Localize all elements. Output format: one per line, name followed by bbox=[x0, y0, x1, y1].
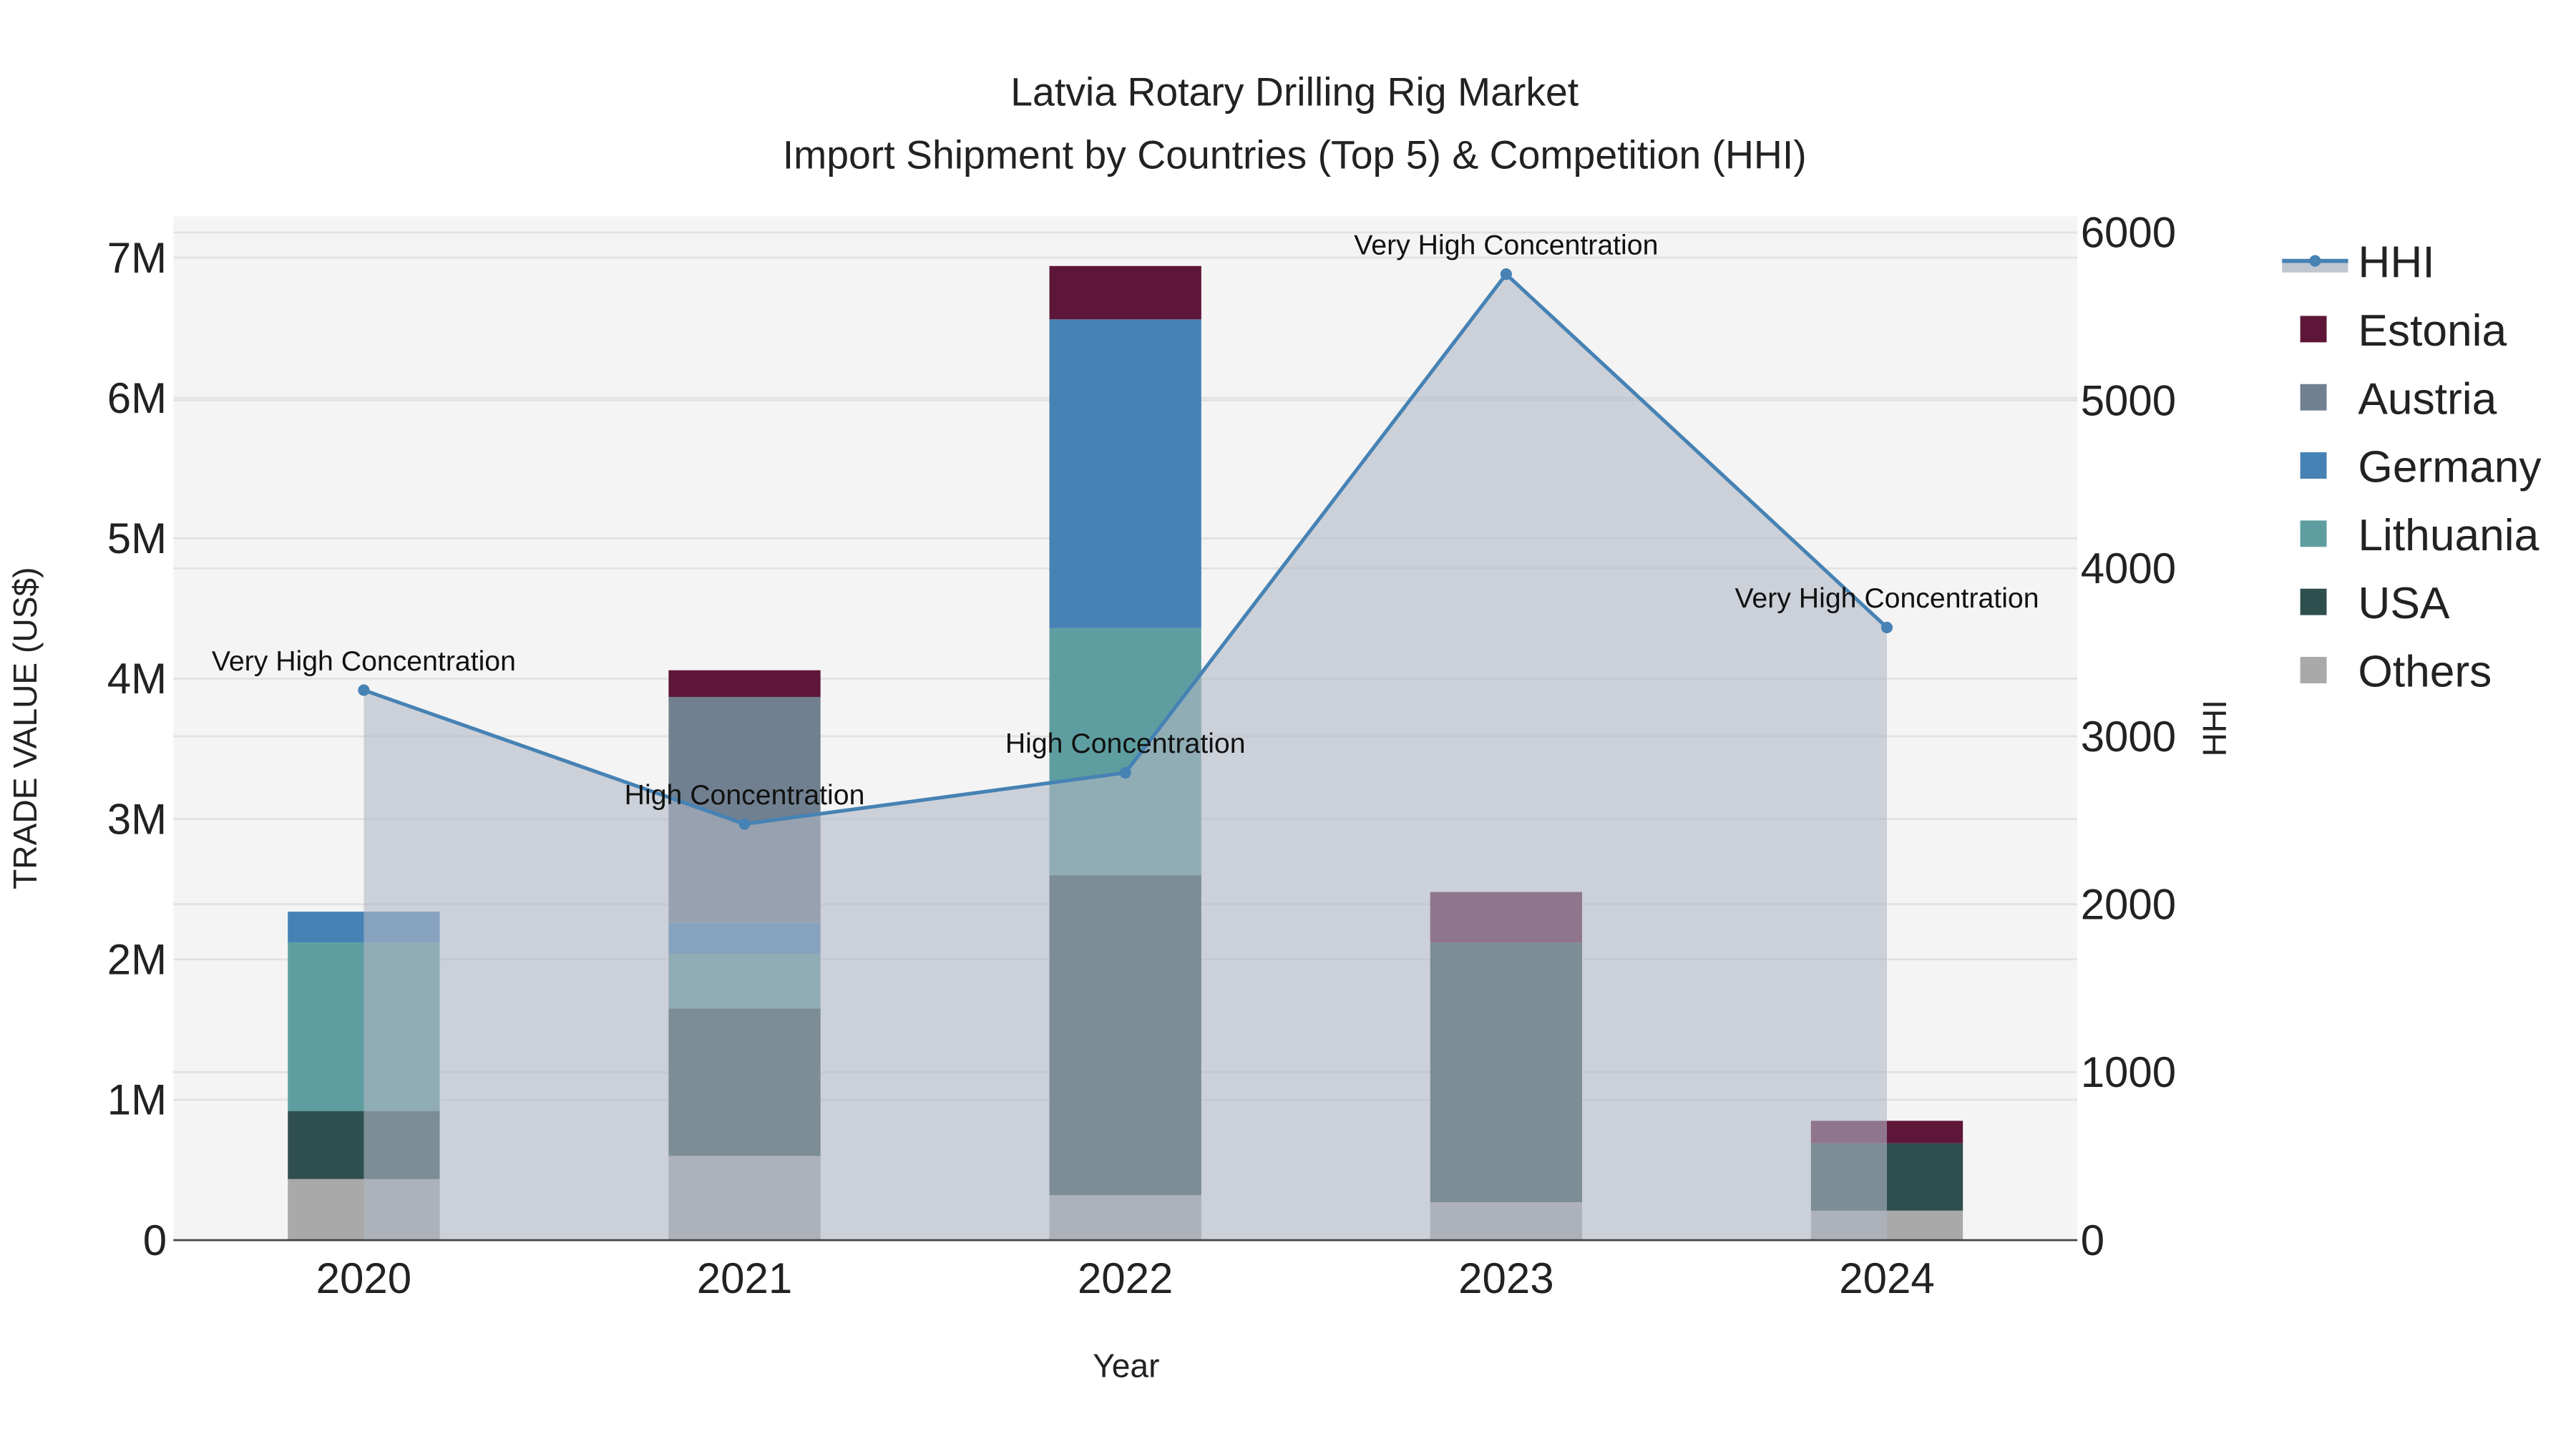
hhi-annotation: Very High Concentration bbox=[1354, 229, 1658, 260]
legend-label-hhi: HHI bbox=[2358, 238, 2434, 288]
y-tick-label: 1M bbox=[107, 1076, 167, 1124]
legend-label-others: Others bbox=[2358, 648, 2492, 697]
y-tick-label: 7M bbox=[107, 234, 167, 282]
legend-swatch-austria bbox=[2300, 384, 2327, 411]
hhi-annotation: Very High Concentration bbox=[1735, 582, 2039, 614]
y2-tick-label: 1000 bbox=[2081, 1048, 2176, 1096]
chart: Very High Concentration High Concentratio… bbox=[0, 0, 2576, 1449]
bar-estonia-2022 bbox=[1049, 265, 1201, 320]
x-tick-label: 2023 bbox=[1458, 1254, 1553, 1302]
hhi-marker-2022 bbox=[1119, 766, 1131, 779]
bar-germany-2022 bbox=[1049, 319, 1201, 628]
hhi-annotation: High Concentration bbox=[1005, 728, 1246, 759]
legend-swatch-usa bbox=[2300, 588, 2327, 615]
hhi-marker-2021 bbox=[738, 818, 751, 830]
y-tick-label: 2M bbox=[107, 936, 167, 984]
legend-label-lithuania: Lithuania bbox=[2358, 511, 2539, 560]
y2-tick-label: 3000 bbox=[2081, 713, 2176, 761]
legend-label-austria: Austria bbox=[2358, 374, 2497, 424]
x-tick-label: 2020 bbox=[316, 1254, 411, 1302]
x-tick-label: 2022 bbox=[1078, 1254, 1173, 1302]
x-tick-label: 2024 bbox=[1839, 1254, 1934, 1302]
y2-tick-label: 5000 bbox=[2081, 376, 2176, 424]
x-axis-title: Year bbox=[1093, 1347, 1159, 1385]
y2-tick-label: 0 bbox=[2081, 1216, 2104, 1264]
y-tick-label: 6M bbox=[107, 374, 167, 422]
bar-estonia-2021 bbox=[668, 670, 821, 697]
hhi-annotation: High Concentration bbox=[625, 779, 865, 811]
chart-title: Latvia Rotary Drilling Rig Market bbox=[1010, 70, 1579, 114]
legend-label-estonia: Estonia bbox=[2358, 306, 2507, 356]
hhi-annotation: Very High Concentration bbox=[212, 645, 516, 677]
legend-swatch-lithuania bbox=[2300, 520, 2327, 547]
chart-subtitle: Import Shipment by Countries (Top 5) & C… bbox=[783, 132, 1807, 177]
legend-swatch-estonia bbox=[2300, 316, 2327, 343]
y-tick-label: 5M bbox=[107, 514, 167, 562]
y-tick-label: 4M bbox=[107, 655, 167, 703]
hhi-marker-2020 bbox=[358, 684, 370, 696]
y-axis-title: TRADE VALUE (US$) bbox=[6, 567, 44, 889]
y2-tick-label: 6000 bbox=[2081, 209, 2176, 257]
legend-label-usa: USA bbox=[2358, 579, 2450, 628]
legend-swatch-others bbox=[2300, 657, 2327, 683]
y2-axis-title: HHI bbox=[2196, 700, 2233, 756]
hhi-marker-2023 bbox=[1500, 268, 1512, 280]
y2-tick-label: 4000 bbox=[2081, 545, 2176, 592]
legend-label-germany: Germany bbox=[2358, 443, 2542, 492]
y-tick-label: 0 bbox=[143, 1216, 167, 1264]
legend-swatch-germany bbox=[2300, 452, 2327, 479]
legend-hhi-marker bbox=[2309, 255, 2321, 267]
y-tick-label: 3M bbox=[107, 795, 167, 843]
y2-tick-label: 2000 bbox=[2081, 880, 2176, 928]
hhi-marker-2024 bbox=[1880, 621, 1893, 633]
x-tick-label: 2021 bbox=[697, 1254, 792, 1302]
